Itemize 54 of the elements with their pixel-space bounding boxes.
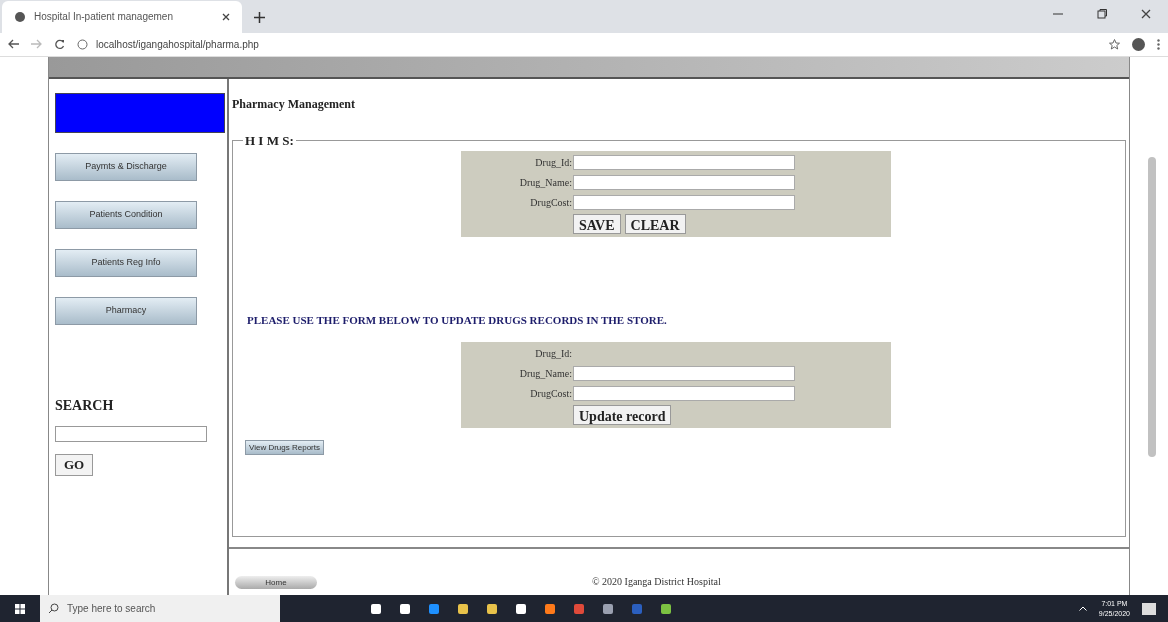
app-icon[interactable] bbox=[486, 602, 498, 615]
url-text: localhost/igangahospital/pharma.php bbox=[96, 37, 259, 52]
plus-icon[interactable] bbox=[254, 11, 265, 23]
field-label: Drug_Name: bbox=[518, 367, 573, 381]
form-button[interactable]: SAVE bbox=[573, 213, 621, 234]
field-label: Drug_Id: bbox=[534, 347, 573, 361]
menu-button[interactable]: Paymts & Discharge bbox=[55, 153, 197, 181]
restore-icon[interactable] bbox=[1097, 8, 1107, 19]
search-icon bbox=[48, 603, 59, 614]
app-icon[interactable] bbox=[399, 602, 411, 615]
copyright-text: © 2020 Iganga District Hospital bbox=[592, 575, 721, 589]
search-label: SEARCH bbox=[55, 397, 115, 415]
app-icon[interactable] bbox=[515, 602, 527, 615]
menu-button[interactable]: Patients Reg Info bbox=[55, 249, 197, 277]
app-icon[interactable] bbox=[602, 602, 614, 615]
back-arrow-icon[interactable] bbox=[8, 39, 19, 50]
app-icon[interactable] bbox=[660, 602, 672, 615]
menu-button[interactable]: Patients Condition bbox=[55, 201, 197, 229]
close-icon[interactable] bbox=[1141, 8, 1151, 19]
input-field[interactable] bbox=[573, 174, 795, 190]
star-icon[interactable] bbox=[1109, 38, 1120, 50]
taskbar-search[interactable]: Type here to search bbox=[40, 595, 280, 622]
page-title: Pharmacy Management bbox=[232, 96, 356, 113]
app-icon[interactable] bbox=[544, 602, 556, 615]
reports-button[interactable]: View Drugs Reports bbox=[245, 440, 324, 455]
input-field[interactable] bbox=[573, 194, 795, 210]
field-label: Drug_Name: bbox=[518, 175, 573, 190]
input-field[interactable] bbox=[573, 386, 795, 401]
menu-button[interactable]: Pharmacy bbox=[55, 297, 197, 325]
field-label: DrugCost: bbox=[529, 195, 573, 210]
browser-tab[interactable]: Hospital In-patient managemen bbox=[2, 0, 242, 33]
input-field[interactable] bbox=[573, 366, 795, 381]
input-field[interactable] bbox=[573, 154, 795, 170]
field-label: Drug_Id: bbox=[534, 155, 573, 170]
app-icon[interactable] bbox=[457, 602, 469, 615]
go-button[interactable]: GO bbox=[55, 454, 93, 476]
field-label: DrugCost: bbox=[529, 387, 573, 401]
form-button[interactable]: Update record bbox=[573, 405, 672, 425]
home-button[interactable]: Home bbox=[235, 576, 317, 589]
chevron-up-icon[interactable] bbox=[1078, 606, 1087, 611]
reload-icon[interactable] bbox=[54, 38, 65, 50]
form-button[interactable]: CLEAR bbox=[624, 213, 686, 234]
profile-icon[interactable] bbox=[1132, 37, 1145, 51]
close-icon[interactable] bbox=[222, 12, 230, 21]
update-notice: PLEASE USE THE FORM BELOW TO UPDATE DRUGS RECORDS IN THE STORE. bbox=[247, 312, 668, 328]
notification-icon[interactable] bbox=[1142, 602, 1156, 615]
windows-icon[interactable] bbox=[15, 603, 25, 614]
menu-icon[interactable] bbox=[1157, 38, 1160, 50]
address-bar[interactable]: localhost/igangahospital/pharma.php bbox=[77, 36, 1097, 52]
search-field[interactable] bbox=[55, 426, 207, 442]
search-placeholder: Type here to search bbox=[67, 602, 156, 616]
tab-title: Hospital In-patient managemen bbox=[34, 10, 174, 25]
form-legend: H I M S: bbox=[243, 131, 296, 151]
app-icon[interactable] bbox=[370, 602, 382, 615]
